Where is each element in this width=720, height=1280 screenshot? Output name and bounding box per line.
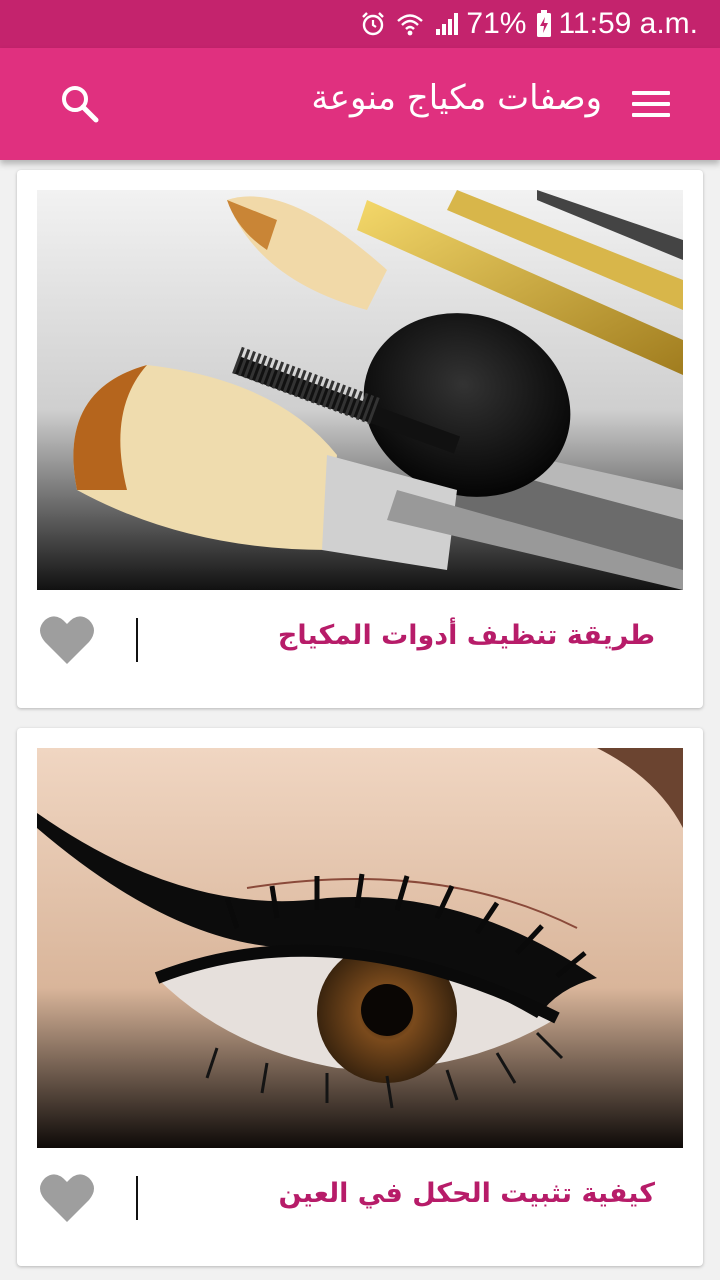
app-bar: وصفات مكياج منوعة xyxy=(0,48,720,160)
divider xyxy=(136,1176,138,1220)
card-title[interactable]: طريقة تنظيف أدوات المكياج xyxy=(278,620,655,651)
signal-icon xyxy=(434,11,460,37)
page-title: وصفات مكياج منوعة xyxy=(311,78,602,118)
wifi-icon xyxy=(396,11,424,37)
menu-icon-line xyxy=(632,113,670,117)
card-title[interactable]: كيفية تثبيت الحكل في العين xyxy=(278,1178,655,1209)
heart-icon xyxy=(39,616,95,670)
eyeliner-eye-photo[interactable] xyxy=(37,748,683,1148)
divider xyxy=(136,618,138,662)
menu-button[interactable] xyxy=(632,84,672,124)
card-footer: طريقة تنظيف أدوات المكياج xyxy=(17,590,703,710)
recipe-card[interactable]: كيفية تثبيت الحكل في العين xyxy=(17,728,703,1266)
battery-charging-icon xyxy=(536,10,552,38)
status-time: 11:59 a.m. xyxy=(558,7,698,40)
favorite-button[interactable] xyxy=(39,1172,95,1224)
favorite-button[interactable] xyxy=(39,614,95,666)
status-bar: 71% 11:59 a.m. xyxy=(0,0,720,48)
menu-icon-line xyxy=(632,102,670,106)
battery-percent: 71% xyxy=(466,7,527,40)
heart-icon xyxy=(39,1174,95,1228)
makeup-brushes-photo[interactable] xyxy=(37,190,683,590)
alarm-icon xyxy=(360,11,386,37)
search-button[interactable] xyxy=(56,82,104,130)
card-footer: كيفية تثبيت الحكل في العين xyxy=(17,1148,703,1268)
menu-icon-line xyxy=(632,91,670,95)
recipe-card[interactable]: طريقة تنظيف أدوات المكياج xyxy=(17,170,703,708)
search-icon xyxy=(60,84,100,128)
